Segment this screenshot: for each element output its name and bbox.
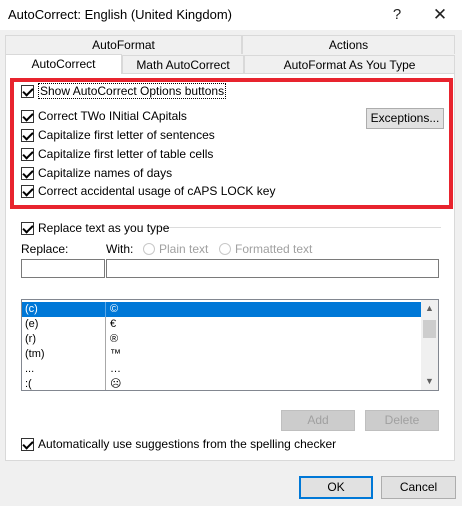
- checkbox-checked-icon: [21, 128, 34, 142]
- spelling-suggestions-label: Automatically use suggestions from the s…: [38, 437, 337, 451]
- column-divider: [105, 377, 106, 390]
- with-cell: €: [110, 318, 117, 330]
- list-row[interactable]: (tm) ™: [22, 347, 423, 362]
- column-divider: [105, 302, 106, 317]
- formatted-text-radio[interactable]: Formatted text: [219, 242, 312, 256]
- radio-icon: [219, 243, 231, 255]
- option-label: Capitalize first letter of table cells: [38, 147, 214, 161]
- delete-button[interactable]: Delete: [365, 410, 439, 431]
- checkbox-checked-icon: [21, 184, 34, 198]
- tab-autoformat[interactable]: AutoFormat: [5, 35, 242, 54]
- add-button[interactable]: Add: [281, 410, 355, 431]
- with-cell: ☹: [110, 378, 122, 390]
- option-label: Correct TWo INitial CApitals: [38, 109, 187, 123]
- replacement-list[interactable]: (c) © (e) € (r) ® (tm) ™ ... … :( ☹ ▲ ▼: [21, 299, 439, 391]
- scroll-up-icon[interactable]: ▲: [421, 300, 438, 317]
- tab-autoformat-as-you-type[interactable]: AutoFormat As You Type: [244, 55, 455, 74]
- capitalize-table-cells-checkbox[interactable]: Capitalize first letter of table cells: [21, 146, 213, 162]
- help-icon[interactable]: ?: [384, 4, 410, 26]
- replace-input[interactable]: [21, 259, 105, 278]
- column-divider: [105, 332, 106, 347]
- show-options-buttons-checkbox[interactable]: Show AutoCorrect Options buttons: [21, 83, 227, 99]
- plain-text-radio[interactable]: Plain text: [143, 242, 208, 256]
- vertical-scrollbar[interactable]: ▲ ▼: [421, 300, 438, 390]
- cancel-button[interactable]: Cancel: [381, 476, 456, 499]
- scroll-thumb[interactable]: [423, 320, 436, 338]
- checkbox-checked-icon: [21, 221, 34, 235]
- close-icon[interactable]: ✕: [427, 4, 453, 26]
- title-bar: AutoCorrect: English (United Kingdom) ? …: [0, 0, 462, 30]
- with-cell: ©: [110, 303, 119, 315]
- with-cell: …: [110, 363, 121, 375]
- window-title: AutoCorrect: English (United Kingdom): [8, 7, 232, 22]
- capitalize-days-checkbox[interactable]: Capitalize names of days: [21, 165, 172, 181]
- group-separator: [159, 227, 441, 228]
- replace-cell: (c): [25, 303, 38, 315]
- autocorrect-dialog: AutoCorrect: English (United Kingdom) ? …: [0, 0, 462, 506]
- tab-actions[interactable]: Actions: [242, 35, 455, 54]
- caps-lock-correction-checkbox[interactable]: Correct accidental usage of cAPS LOCK ke…: [21, 183, 275, 199]
- checkbox-checked-icon: [21, 437, 34, 451]
- capitalize-sentences-checkbox[interactable]: Capitalize first letter of sentences: [21, 127, 215, 143]
- plain-text-label: Plain text: [159, 242, 209, 256]
- checkbox-checked-icon: [21, 84, 34, 98]
- replace-cell: (e): [25, 318, 39, 330]
- checkbox-checked-icon: [21, 109, 34, 123]
- replace-text-checkbox[interactable]: Replace text as you type: [21, 220, 169, 236]
- list-row[interactable]: ... …: [22, 362, 423, 377]
- list-row[interactable]: (c) ©: [22, 302, 423, 317]
- radio-icon: [143, 243, 155, 255]
- replace-cell: (r): [25, 333, 36, 345]
- tab-math-autocorrect[interactable]: Math AutoCorrect: [122, 55, 244, 74]
- checkbox-checked-icon: [21, 166, 34, 180]
- checkbox-checked-icon: [21, 147, 34, 161]
- option-label: Correct accidental usage of cAPS LOCK ke…: [38, 184, 276, 198]
- column-divider: [105, 317, 106, 332]
- replace-text-label: Replace text as you type: [38, 221, 170, 235]
- list-row[interactable]: (r) ®: [22, 332, 423, 347]
- column-divider: [105, 347, 106, 362]
- tab-autocorrect[interactable]: AutoCorrect: [5, 54, 122, 74]
- with-cell: ™: [110, 348, 121, 360]
- replace-cell: ...: [25, 363, 35, 375]
- with-label: With:: [106, 242, 134, 256]
- with-input[interactable]: [106, 259, 439, 278]
- replace-label: Replace:: [21, 242, 69, 256]
- replace-cell: (tm): [25, 348, 45, 360]
- with-cell: ®: [110, 333, 119, 345]
- show-options-buttons-label: Show AutoCorrect Options buttons: [38, 83, 227, 99]
- exceptions-button[interactable]: Exceptions...: [366, 108, 444, 129]
- scroll-down-icon[interactable]: ▼: [421, 373, 438, 390]
- option-label: Capitalize names of days: [38, 166, 173, 180]
- spelling-suggestions-checkbox[interactable]: Automatically use suggestions from the s…: [21, 436, 336, 452]
- list-row[interactable]: :( ☹: [22, 377, 423, 390]
- formatted-text-label: Formatted text: [235, 242, 313, 256]
- ok-button[interactable]: OK: [299, 476, 373, 499]
- option-label: Capitalize first letter of sentences: [38, 128, 215, 142]
- replace-cell: :(: [25, 378, 32, 390]
- column-divider: [105, 362, 106, 377]
- correct-two-initial-capitals-checkbox[interactable]: Correct TWo INitial CApitals: [21, 108, 187, 124]
- list-row[interactable]: (e) €: [22, 317, 423, 332]
